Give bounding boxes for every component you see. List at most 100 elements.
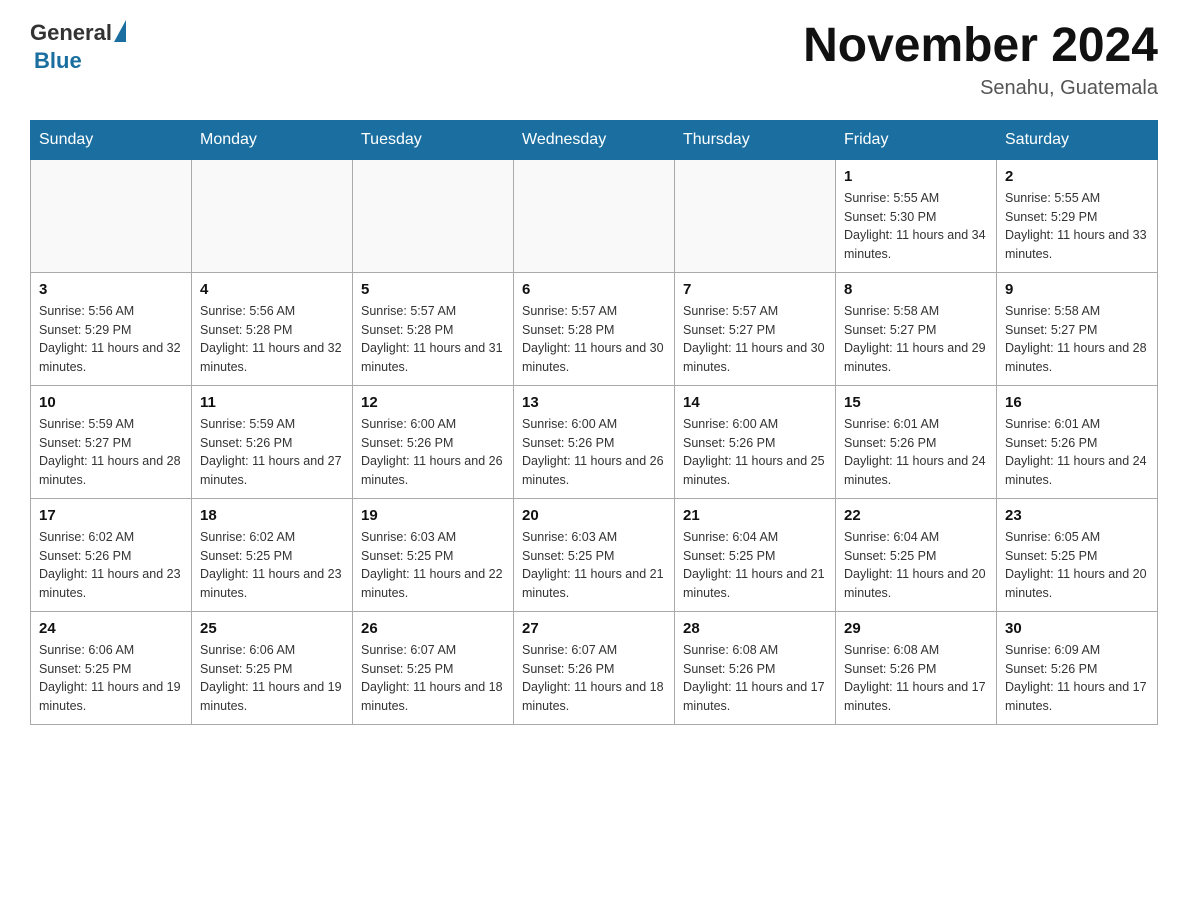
week-row-1: 1 Sunrise: 5:55 AMSunset: 5:30 PMDaylight… — [31, 159, 1158, 272]
day-number: 12 — [361, 394, 505, 411]
calendar-cell: 2 Sunrise: 5:55 AMSunset: 5:29 PMDaylight… — [997, 159, 1158, 272]
calendar-cell: 11 Sunrise: 5:59 AMSunset: 5:26 PMDayligh… — [192, 385, 353, 498]
day-number: 21 — [683, 507, 827, 524]
calendar-cell — [514, 159, 675, 272]
header-thursday: Thursday — [675, 120, 836, 159]
calendar-cell: 22 Sunrise: 6:04 AMSunset: 5:25 PMDayligh… — [836, 498, 997, 611]
calendar-cell: 20Sunrise: 6:03 AMSunset: 5:25 PMDayligh… — [514, 498, 675, 611]
calendar-cell: 4 Sunrise: 5:56 AMSunset: 5:28 PMDaylight… — [192, 272, 353, 385]
day-number: 7 — [683, 281, 827, 298]
day-number: 19 — [361, 507, 505, 524]
day-info: Sunrise: 6:07 AMSunset: 5:25 PMDaylight:… — [361, 641, 505, 716]
title-area: November 2024 Senahu, Guatemala — [803, 20, 1158, 100]
header-wednesday: Wednesday — [514, 120, 675, 159]
day-number: 22 — [844, 507, 988, 524]
logo-text-blue: Blue — [34, 48, 82, 74]
day-info: Sunrise: 6:00 AMSunset: 5:26 PMDaylight:… — [522, 415, 666, 490]
day-info: Sunrise: 5:58 AMSunset: 5:27 PMDaylight:… — [844, 302, 988, 377]
calendar-cell: 6 Sunrise: 5:57 AMSunset: 5:28 PMDaylight… — [514, 272, 675, 385]
month-title: November 2024 — [803, 20, 1158, 73]
day-number: 15 — [844, 394, 988, 411]
calendar-cell: 16Sunrise: 6:01 AMSunset: 5:26 PMDayligh… — [997, 385, 1158, 498]
calendar-cell: 17 Sunrise: 6:02 AMSunset: 5:26 PMDayligh… — [31, 498, 192, 611]
day-info: Sunrise: 6:04 AMSunset: 5:25 PMDaylight:… — [844, 528, 988, 603]
calendar-cell: 21 Sunrise: 6:04 AMSunset: 5:25 PMDayligh… — [675, 498, 836, 611]
day-info: Sunrise: 6:02 AMSunset: 5:26 PMDaylight:… — [39, 528, 183, 603]
day-number: 6 — [522, 281, 666, 298]
day-number: 3 — [39, 281, 183, 298]
calendar-cell — [675, 159, 836, 272]
calendar-cell — [192, 159, 353, 272]
calendar-cell — [353, 159, 514, 272]
day-number: 29 — [844, 620, 988, 637]
day-number: 5 — [361, 281, 505, 298]
header-tuesday: Tuesday — [353, 120, 514, 159]
day-info: Sunrise: 6:04 AMSunset: 5:25 PMDaylight:… — [683, 528, 827, 603]
day-info: Sunrise: 5:55 AMSunset: 5:29 PMDaylight:… — [1005, 189, 1149, 264]
day-info: Sunrise: 6:05 AMSunset: 5:25 PMDaylight:… — [1005, 528, 1149, 603]
day-info: Sunrise: 6:06 AMSunset: 5:25 PMDaylight:… — [200, 641, 344, 716]
day-info: Sunrise: 5:56 AMSunset: 5:28 PMDaylight:… — [200, 302, 344, 377]
calendar-table: SundayMondayTuesdayWednesdayThursdayFrid… — [30, 120, 1158, 725]
day-number: 23 — [1005, 507, 1149, 524]
day-number: 13 — [522, 394, 666, 411]
day-number: 2 — [1005, 168, 1149, 185]
calendar-cell: 9 Sunrise: 5:58 AMSunset: 5:27 PMDaylight… — [997, 272, 1158, 385]
location-title: Senahu, Guatemala — [803, 77, 1158, 100]
day-info: Sunrise: 5:59 AMSunset: 5:26 PMDaylight:… — [200, 415, 344, 490]
day-info: Sunrise: 6:00 AMSunset: 5:26 PMDaylight:… — [361, 415, 505, 490]
calendar-cell: 15Sunrise: 6:01 AMSunset: 5:26 PMDayligh… — [836, 385, 997, 498]
calendar-cell: 23 Sunrise: 6:05 AMSunset: 5:25 PMDayligh… — [997, 498, 1158, 611]
calendar-cell: 26 Sunrise: 6:07 AMSunset: 5:25 PMDayligh… — [353, 611, 514, 724]
day-number: 14 — [683, 394, 827, 411]
day-number: 25 — [200, 620, 344, 637]
day-number: 1 — [844, 168, 988, 185]
calendar-cell: 14Sunrise: 6:00 AMSunset: 5:26 PMDayligh… — [675, 385, 836, 498]
calendar-cell: 7 Sunrise: 5:57 AMSunset: 5:27 PMDaylight… — [675, 272, 836, 385]
calendar-cell: 28 Sunrise: 6:08 AMSunset: 5:26 PMDayligh… — [675, 611, 836, 724]
header-saturday: Saturday — [997, 120, 1158, 159]
page-header: General Blue November 2024 Senahu, Guate… — [30, 20, 1158, 100]
day-info: Sunrise: 6:02 AMSunset: 5:25 PMDaylight:… — [200, 528, 344, 603]
day-info: Sunrise: 5:58 AMSunset: 5:27 PMDaylight:… — [1005, 302, 1149, 377]
calendar-cell: 24Sunrise: 6:06 AMSunset: 5:25 PMDayligh… — [31, 611, 192, 724]
day-info: Sunrise: 5:55 AMSunset: 5:30 PMDaylight:… — [844, 189, 988, 264]
day-info: Sunrise: 5:56 AMSunset: 5:29 PMDaylight:… — [39, 302, 183, 377]
day-info: Sunrise: 6:08 AMSunset: 5:26 PMDaylight:… — [683, 641, 827, 716]
calendar-cell: 8Sunrise: 5:58 AMSunset: 5:27 PMDaylight… — [836, 272, 997, 385]
day-number: 28 — [683, 620, 827, 637]
calendar-cell: 25 Sunrise: 6:06 AMSunset: 5:25 PMDayligh… — [192, 611, 353, 724]
week-row-4: 17 Sunrise: 6:02 AMSunset: 5:26 PMDayligh… — [31, 498, 1158, 611]
calendar-header-row: SundayMondayTuesdayWednesdayThursdayFrid… — [31, 120, 1158, 159]
day-info: Sunrise: 6:07 AMSunset: 5:26 PMDaylight:… — [522, 641, 666, 716]
calendar-cell: 19Sunrise: 6:03 AMSunset: 5:25 PMDayligh… — [353, 498, 514, 611]
header-friday: Friday — [836, 120, 997, 159]
day-info: Sunrise: 6:09 AMSunset: 5:26 PMDaylight:… — [1005, 641, 1149, 716]
logo-text-general: General — [30, 20, 112, 46]
header-sunday: Sunday — [31, 120, 192, 159]
day-info: Sunrise: 6:06 AMSunset: 5:25 PMDaylight:… — [39, 641, 183, 716]
calendar-cell: 29 Sunrise: 6:08 AMSunset: 5:26 PMDayligh… — [836, 611, 997, 724]
day-number: 26 — [361, 620, 505, 637]
calendar-cell: 5 Sunrise: 5:57 AMSunset: 5:28 PMDaylight… — [353, 272, 514, 385]
header-monday: Monday — [192, 120, 353, 159]
day-info: Sunrise: 6:08 AMSunset: 5:26 PMDaylight:… — [844, 641, 988, 716]
day-number: 11 — [200, 394, 344, 411]
day-number: 18 — [200, 507, 344, 524]
calendar-cell: 13 Sunrise: 6:00 AMSunset: 5:26 PMDayligh… — [514, 385, 675, 498]
calendar-cell: 27Sunrise: 6:07 AMSunset: 5:26 PMDayligh… — [514, 611, 675, 724]
calendar-cell: 18 Sunrise: 6:02 AMSunset: 5:25 PMDayligh… — [192, 498, 353, 611]
calendar-cell: 1 Sunrise: 5:55 AMSunset: 5:30 PMDaylight… — [836, 159, 997, 272]
day-info: Sunrise: 5:59 AMSunset: 5:27 PMDaylight:… — [39, 415, 183, 490]
day-number: 9 — [1005, 281, 1149, 298]
logo-triangle-icon — [114, 20, 126, 42]
calendar-cell — [31, 159, 192, 272]
week-row-5: 24Sunrise: 6:06 AMSunset: 5:25 PMDayligh… — [31, 611, 1158, 724]
calendar-cell: 3 Sunrise: 5:56 AMSunset: 5:29 PMDaylight… — [31, 272, 192, 385]
day-info: Sunrise: 5:57 AMSunset: 5:28 PMDaylight:… — [361, 302, 505, 377]
logo: General Blue — [30, 20, 126, 74]
day-number: 4 — [200, 281, 344, 298]
day-number: 17 — [39, 507, 183, 524]
day-info: Sunrise: 5:57 AMSunset: 5:27 PMDaylight:… — [683, 302, 827, 377]
day-info: Sunrise: 5:57 AMSunset: 5:28 PMDaylight:… — [522, 302, 666, 377]
